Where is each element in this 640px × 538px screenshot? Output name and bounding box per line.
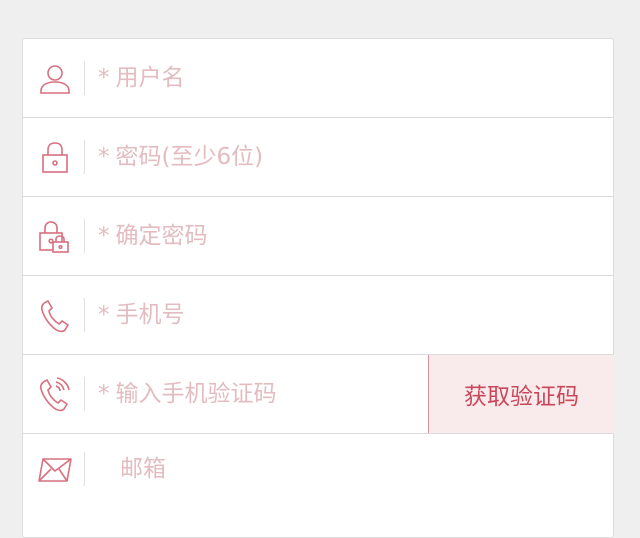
verify-code-placeholder: 输入手机验证码 xyxy=(115,381,277,407)
lock-icon xyxy=(33,138,77,178)
mail-icon xyxy=(33,450,77,490)
username-placeholder: 用户名 xyxy=(115,65,185,91)
password-input[interactable]: * 密码(至少6位) xyxy=(98,136,263,178)
row-divider xyxy=(84,219,85,253)
phone-input[interactable]: * 手机号 xyxy=(98,294,185,336)
required-asterisk: * xyxy=(98,381,110,407)
confirm-password-placeholder: 确定密码 xyxy=(115,223,208,249)
row-divider xyxy=(84,61,85,95)
phone-placeholder: 手机号 xyxy=(115,302,185,328)
required-asterisk: * xyxy=(98,65,110,91)
user-icon xyxy=(33,59,77,99)
username-input[interactable]: * 用户名 xyxy=(98,57,185,99)
get-verification-code-button[interactable]: 获取验证码 xyxy=(428,355,614,433)
required-asterisk: * xyxy=(98,302,110,328)
phone-row: * 手机号 xyxy=(23,276,613,355)
confirm-password-row: * 确定密码 xyxy=(23,197,613,276)
row-divider xyxy=(84,298,85,332)
row-divider xyxy=(84,452,85,486)
phone-signal-icon xyxy=(33,375,77,415)
double-lock-icon xyxy=(33,217,77,257)
verify-code-input[interactable]: * 输入手机验证码 xyxy=(98,373,277,415)
email-placeholder: 邮箱 xyxy=(120,456,166,482)
password-placeholder: 密码(至少6位) xyxy=(115,144,264,170)
email-row: 邮箱 xyxy=(23,434,613,513)
row-divider xyxy=(84,377,85,411)
username-row: * 用户名 xyxy=(23,39,613,118)
required-asterisk: * xyxy=(98,223,110,249)
register-form: * 用户名 * 密码(至少6位) * 确定密码 * 手机号 * 输入手机验证码 … xyxy=(22,38,614,538)
verify-code-row: * 输入手机验证码 获取验证码 xyxy=(23,355,614,434)
email-input[interactable]: 邮箱 xyxy=(120,448,166,490)
row-divider xyxy=(84,140,85,174)
password-row: * 密码(至少6位) xyxy=(23,118,613,197)
phone-icon xyxy=(33,296,77,336)
confirm-password-input[interactable]: * 确定密码 xyxy=(98,215,208,257)
required-asterisk: * xyxy=(98,144,110,170)
